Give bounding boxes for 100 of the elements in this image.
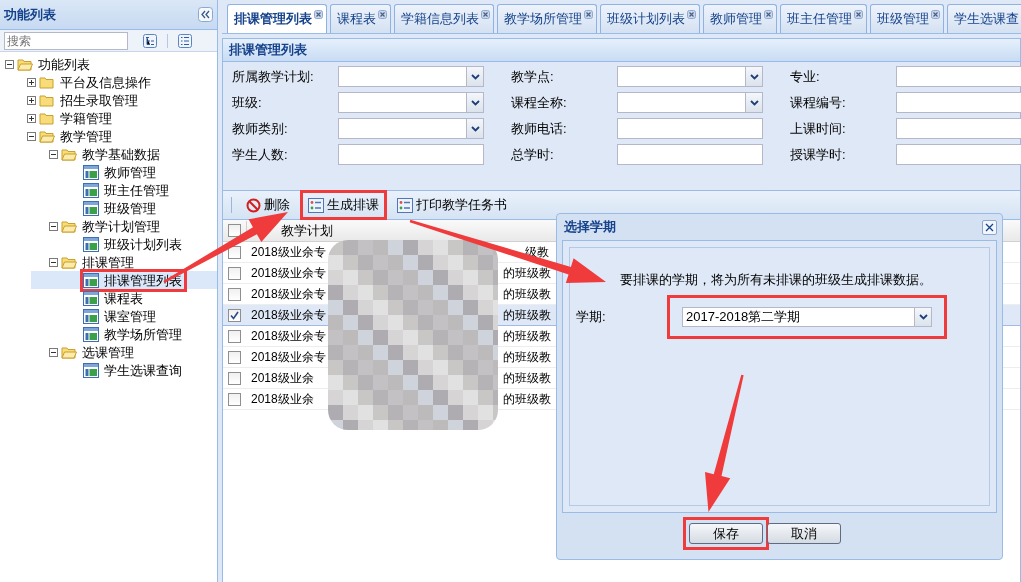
close-icon[interactable] bbox=[314, 10, 323, 19]
tree-item[interactable]: 教学场所管理 bbox=[102, 325, 184, 343]
expand-icon[interactable] bbox=[27, 95, 36, 105]
window-icon bbox=[83, 362, 99, 378]
tab[interactable]: 班级管理 bbox=[870, 4, 944, 33]
collapse-icon[interactable] bbox=[27, 131, 36, 141]
text-field[interactable] bbox=[896, 144, 1021, 165]
dropdown-field[interactable] bbox=[617, 66, 763, 87]
tree-item[interactable]: 教学基础数据 bbox=[80, 145, 162, 163]
expand-icon[interactable] bbox=[27, 113, 36, 123]
window-icon bbox=[83, 272, 99, 288]
checkbox[interactable] bbox=[228, 224, 241, 237]
text-field[interactable] bbox=[896, 118, 1021, 139]
close-icon[interactable] bbox=[378, 10, 387, 19]
table-cell-text: 的班级教 bbox=[503, 265, 549, 282]
tree-item[interactable]: 排课管理 bbox=[80, 253, 136, 271]
dialog-button[interactable]: 取消 bbox=[766, 523, 841, 544]
text-field[interactable] bbox=[338, 144, 484, 165]
dropdown-field[interactable]: 2017-2018第二学期 bbox=[682, 306, 932, 327]
close-icon[interactable] bbox=[854, 10, 863, 19]
text-field[interactable] bbox=[896, 66, 1021, 87]
tab[interactable]: 课程表 bbox=[330, 4, 391, 33]
collapse-icon[interactable] bbox=[5, 59, 14, 69]
dropdown-field[interactable] bbox=[617, 92, 763, 113]
table-cell-text: 2018级业余 bbox=[250, 391, 315, 408]
collapse-left-icon[interactable] bbox=[198, 7, 213, 22]
close-icon[interactable] bbox=[584, 10, 593, 19]
open-folder-icon bbox=[17, 57, 33, 71]
tab[interactable]: 教学场所管理 bbox=[497, 4, 597, 33]
close-icon[interactable] bbox=[931, 10, 940, 19]
tab[interactable]: 学生选课查 bbox=[947, 4, 1021, 33]
field-label: 总学时: bbox=[511, 146, 555, 164]
checkbox[interactable] bbox=[228, 392, 241, 406]
tree-item[interactable]: 课室管理 bbox=[102, 307, 158, 325]
tab[interactable]: 排课管理列表 bbox=[227, 4, 327, 33]
collapse-icon[interactable] bbox=[49, 257, 58, 267]
tree-item[interactable]: 教师管理 bbox=[102, 163, 158, 181]
toolbar-button[interactable]: 删除 bbox=[238, 190, 298, 220]
open-folder-icon bbox=[39, 129, 55, 143]
search-field[interactable]: 搜索 bbox=[4, 31, 128, 50]
tree-item[interactable]: 学籍管理 bbox=[58, 109, 114, 127]
open-folder-icon bbox=[61, 147, 77, 161]
checkbox[interactable] bbox=[228, 371, 241, 385]
window-icon bbox=[83, 326, 99, 342]
checkbox[interactable] bbox=[228, 308, 241, 322]
table-cell-text: 2018级业余专 bbox=[250, 349, 327, 366]
toolbar-button[interactable]: 打印教学任务书 bbox=[389, 190, 515, 220]
collapse-icon[interactable] bbox=[49, 221, 58, 231]
checkbox[interactable] bbox=[228, 287, 241, 301]
checkbox[interactable] bbox=[228, 266, 241, 280]
tree-item[interactable]: 班级计划列表 bbox=[102, 235, 184, 253]
open-folder-icon bbox=[61, 345, 77, 359]
collapse-icon[interactable] bbox=[49, 149, 58, 159]
field-label: 教学点: bbox=[511, 68, 555, 86]
dropdown-field[interactable] bbox=[338, 66, 484, 87]
tab[interactable]: 学籍信息列表 bbox=[394, 4, 494, 33]
table-cell-text: 的班级教 bbox=[503, 286, 549, 303]
tree-item[interactable]: 班级管理 bbox=[102, 199, 158, 217]
field-label: 课程全称: bbox=[511, 94, 568, 112]
table-cell-text: 的班级教 bbox=[503, 328, 549, 345]
close-icon[interactable] bbox=[764, 10, 773, 19]
tree-structure-icon[interactable] bbox=[143, 33, 157, 48]
window-icon bbox=[83, 290, 99, 306]
dropdown-field[interactable] bbox=[338, 118, 484, 139]
table-cell-text: 的班级教 bbox=[503, 391, 549, 408]
tree-item[interactable]: 教学管理 bbox=[58, 127, 114, 145]
tree-item[interactable]: 课程表 bbox=[102, 289, 145, 307]
toolbar-button[interactable]: 生成排课 bbox=[300, 190, 387, 220]
field-label: 教师电话: bbox=[511, 120, 568, 138]
close-icon[interactable] bbox=[481, 10, 490, 19]
text-field[interactable] bbox=[896, 92, 1021, 113]
tree-item[interactable]: 选课管理 bbox=[80, 343, 136, 361]
tree-item[interactable]: 平台及信息操作 bbox=[58, 73, 153, 91]
tree-item[interactable]: 功能列表 bbox=[36, 55, 92, 73]
checkbox[interactable] bbox=[228, 350, 241, 364]
tree-item[interactable]: 教学计划管理 bbox=[80, 217, 162, 235]
tab[interactable]: 教师管理 bbox=[703, 4, 777, 33]
text-field[interactable] bbox=[617, 118, 763, 139]
open-folder-icon bbox=[61, 255, 77, 269]
panel-title: 排课管理列表 bbox=[229, 41, 307, 60]
expand-icon[interactable] bbox=[27, 77, 36, 87]
dialog-title: 选择学期 bbox=[564, 218, 616, 237]
collapse-icon[interactable] bbox=[49, 347, 58, 357]
dialog-button[interactable]: 保存 bbox=[688, 523, 763, 544]
list-icon bbox=[308, 197, 324, 213]
table-cell-text: 2018级业余专 bbox=[250, 307, 327, 324]
tree-item[interactable]: 学生选课查询 bbox=[102, 361, 184, 379]
checkbox[interactable] bbox=[228, 329, 241, 343]
field-label: 授课学时: bbox=[790, 146, 847, 164]
table-cell-text: 的班级教 bbox=[503, 349, 549, 366]
close-icon[interactable] bbox=[687, 10, 696, 19]
tab[interactable]: 班级计划列表 bbox=[600, 4, 700, 33]
text-field[interactable] bbox=[617, 144, 763, 165]
tree-item[interactable]: 招生录取管理 bbox=[58, 91, 140, 109]
dropdown-field[interactable] bbox=[338, 92, 484, 113]
no-entry-icon bbox=[246, 197, 261, 213]
tree-item[interactable]: 班主任管理 bbox=[102, 181, 171, 199]
tab[interactable]: 班主任管理 bbox=[780, 4, 867, 33]
list-view-icon[interactable] bbox=[178, 33, 192, 48]
table-cell-text: 的班级教 bbox=[503, 370, 549, 387]
